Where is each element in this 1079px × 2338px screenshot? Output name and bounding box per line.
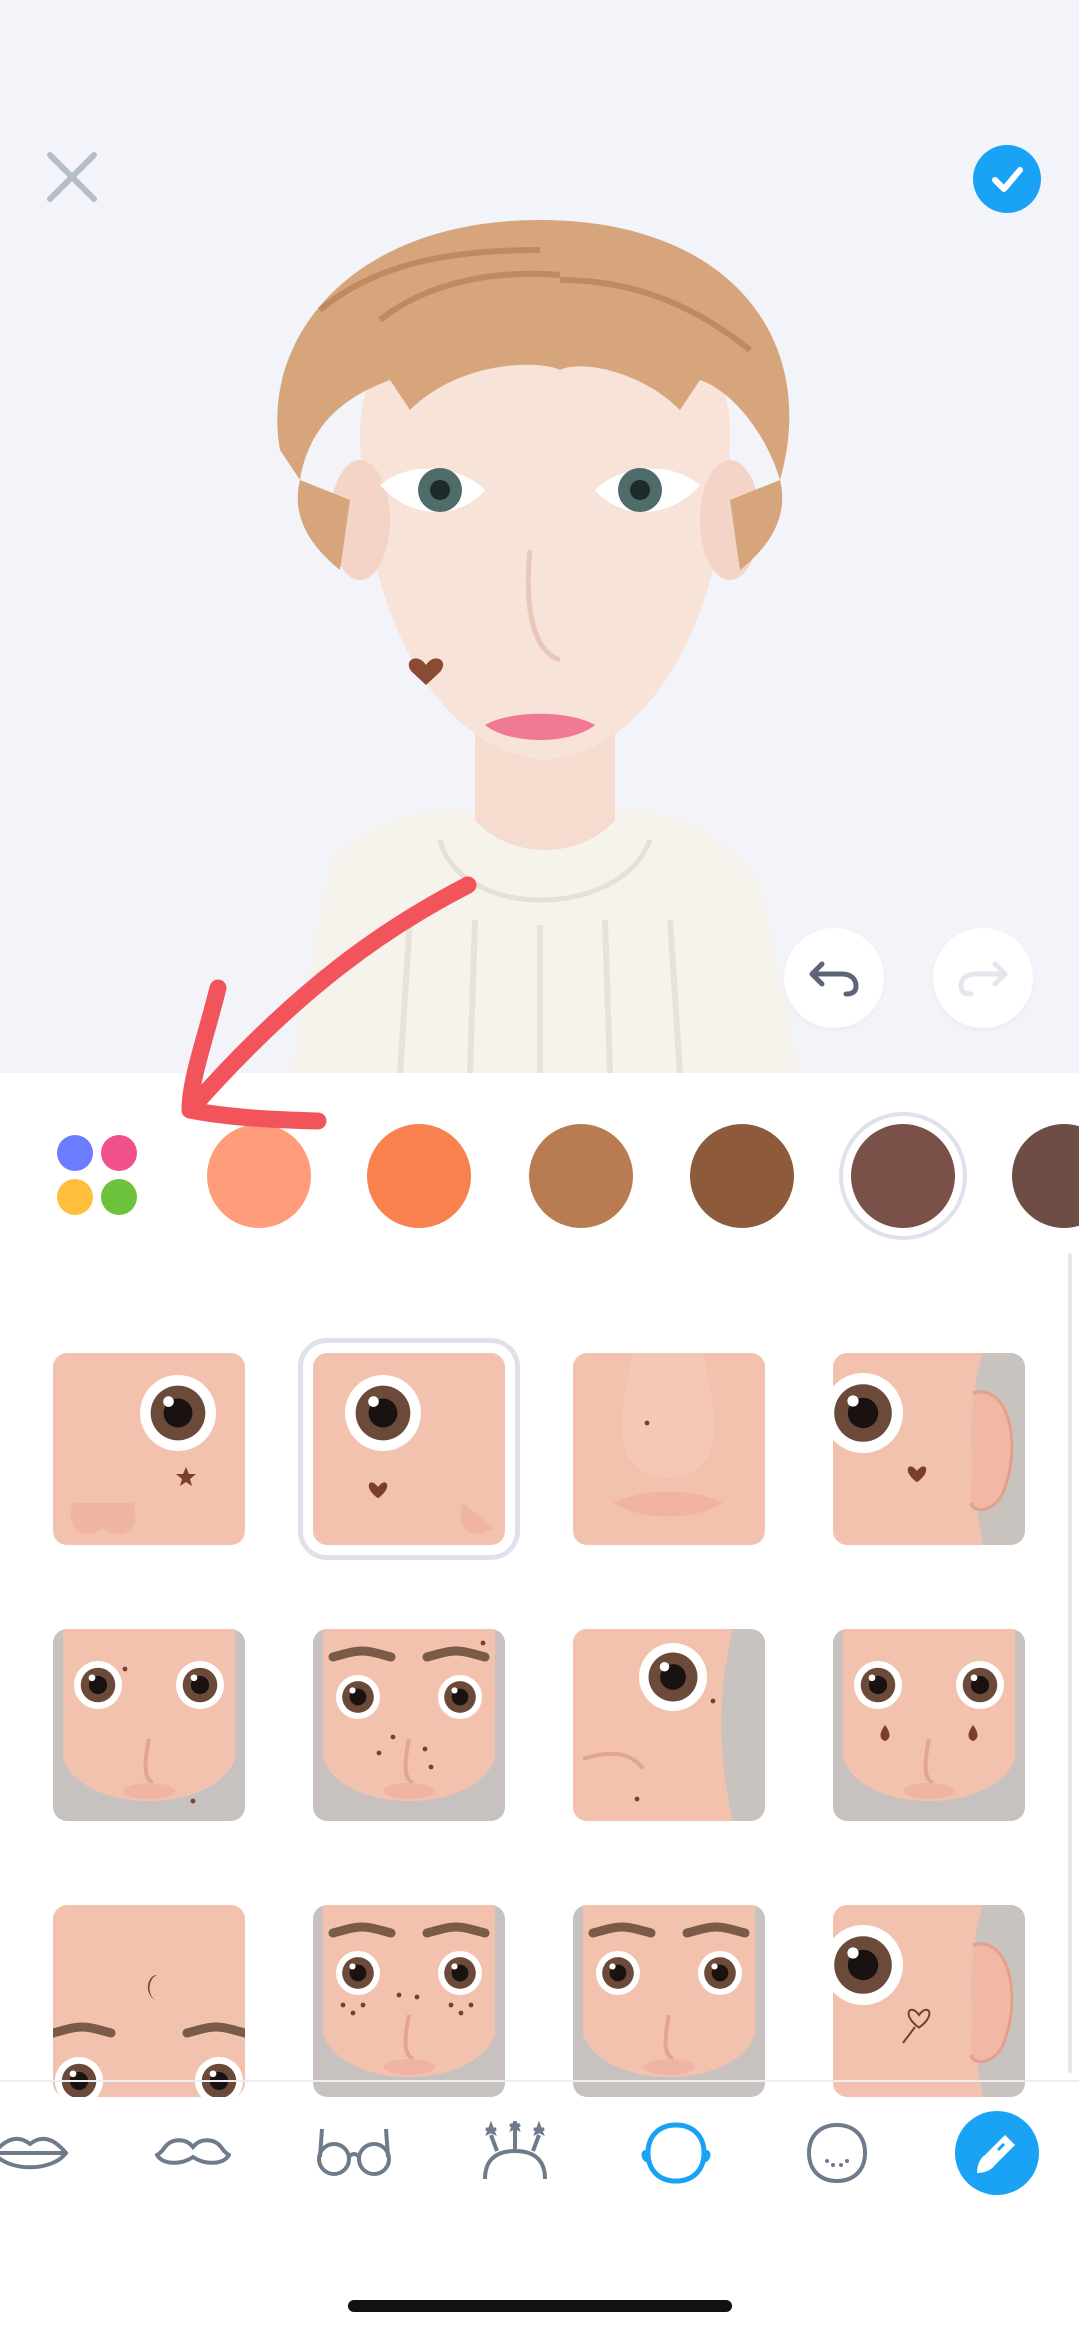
- color-swatch[interactable]: [690, 1124, 794, 1228]
- sticker-preview-image: [313, 1353, 505, 1545]
- scrollbar[interactable]: [1068, 1253, 1072, 2073]
- sticker-tile[interactable]: [53, 1629, 245, 1821]
- undo-icon: [809, 961, 859, 997]
- face-freckles-icon: [806, 2122, 868, 2184]
- avatar-preview: [0, 0, 1079, 1073]
- color-swatch[interactable]: [851, 1124, 955, 1228]
- confirm-button[interactable]: [973, 145, 1041, 213]
- sticker-tile[interactable]: [298, 1338, 520, 1560]
- divider: [0, 2080, 1079, 2082]
- avatar-image: [277, 220, 800, 1073]
- tab-face-marks[interactable]: [797, 2113, 877, 2193]
- close-button[interactable]: [40, 145, 104, 209]
- home-indicator: [348, 2300, 732, 2312]
- sticker-preview-image: [313, 1629, 505, 1821]
- sticker-tile[interactable]: [573, 1353, 765, 1545]
- sticker-tile[interactable]: [53, 1353, 245, 1545]
- tab-face-stickers[interactable]: [636, 2113, 716, 2193]
- sticker-tile[interactable]: [833, 1353, 1025, 1545]
- tab-brush[interactable]: [955, 2111, 1039, 2195]
- tab-mustache[interactable]: [153, 2113, 233, 2193]
- sticker-preview-image: [573, 1905, 765, 2097]
- sticker-preview-image: [313, 1905, 505, 2097]
- mustache-icon: [155, 2138, 231, 2165]
- undo-button[interactable]: [784, 928, 884, 1028]
- color-palette: [0, 1093, 1079, 1243]
- glasses-icon: [317, 2128, 391, 2176]
- checkmark-icon: [992, 167, 1023, 192]
- color-swatch[interactable]: [367, 1124, 471, 1228]
- tab-glasses[interactable]: [314, 2113, 394, 2193]
- sticker-preview-image: [833, 1353, 1025, 1545]
- editor-panel: [0, 1073, 1079, 2338]
- redo-icon: [958, 961, 1008, 997]
- color-swatch[interactable]: [529, 1124, 633, 1228]
- sticker-preview-image: [833, 1905, 1025, 2097]
- sticker-tile[interactable]: [313, 1905, 505, 2097]
- paintbrush-icon: [977, 2135, 1015, 2173]
- sticker-preview-image: [53, 1353, 245, 1545]
- color-swatch[interactable]: [1012, 1124, 1079, 1228]
- tab-lips[interactable]: [0, 2113, 70, 2193]
- palette-dot: [57, 1135, 93, 1171]
- category-tabbar: [0, 2083, 1079, 2213]
- palette-dot: [101, 1135, 137, 1171]
- color-picker-button[interactable]: [55, 1133, 141, 1219]
- face-sticker-icon: [641, 2122, 711, 2184]
- sticker-preview-image: [53, 1905, 245, 2097]
- sticker-tile[interactable]: [833, 1629, 1025, 1821]
- palette-dot: [57, 1179, 93, 1215]
- color-swatch[interactable]: [207, 1124, 311, 1228]
- sticker-preview-image: [53, 1629, 245, 1821]
- sticker-preview-image: [573, 1353, 765, 1545]
- lips-icon: [0, 2136, 69, 2170]
- sticker-tile[interactable]: [53, 1905, 245, 2097]
- close-icon: [47, 152, 97, 202]
- sticker-preview-image: [573, 1629, 765, 1821]
- sticker-tile[interactable]: [573, 1629, 765, 1821]
- sticker-preview-image: [833, 1629, 1025, 1821]
- sticker-tile[interactable]: [573, 1905, 765, 2097]
- headband-icon: [483, 2121, 547, 2180]
- sticker-tile[interactable]: [313, 1629, 505, 1821]
- sticker-grid: [0, 1253, 1079, 2153]
- redo-button[interactable]: [933, 928, 1033, 1028]
- tab-headband[interactable]: [475, 2113, 555, 2193]
- sticker-tile[interactable]: [833, 1905, 1025, 2097]
- palette-dot: [101, 1179, 137, 1215]
